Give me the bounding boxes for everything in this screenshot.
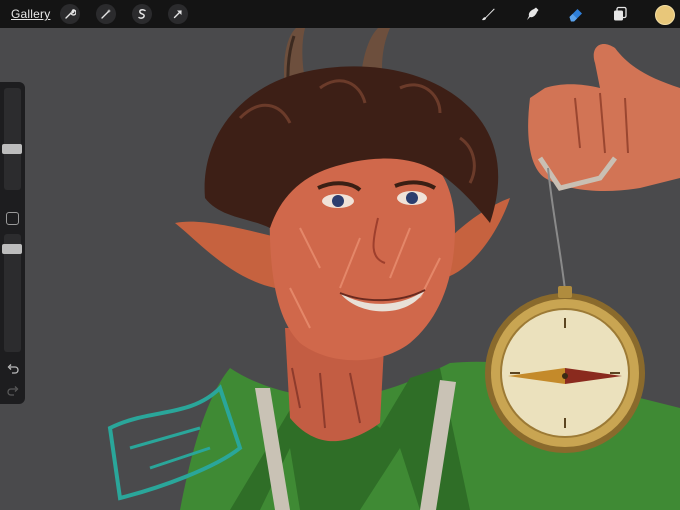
wrench-icon[interactable] [60,4,80,24]
selection-s-icon[interactable] [132,4,152,24]
illustration [107,28,680,510]
transform-arrow-icon[interactable] [168,4,188,24]
smudge-icon[interactable] [521,3,543,25]
magic-wand-icon[interactable] [96,4,116,24]
brush-size-slider[interactable] [4,88,21,190]
top-toolbar: Gallery [0,0,680,28]
modify-button[interactable] [6,212,19,225]
eraser-icon[interactable] [565,3,587,25]
brush-icon[interactable] [477,3,499,25]
left-sidebar [0,82,25,404]
color-picker-button[interactable] [655,5,675,25]
redo-icon[interactable] [6,384,20,398]
layers-icon[interactable] [609,3,631,25]
undo-icon[interactable] [6,362,20,376]
opacity-slider-thumb[interactable] [2,244,22,254]
gallery-button[interactable]: Gallery [11,7,50,21]
drawing-canvas[interactable] [0,28,680,510]
brush-size-slider-thumb[interactable] [2,144,22,154]
